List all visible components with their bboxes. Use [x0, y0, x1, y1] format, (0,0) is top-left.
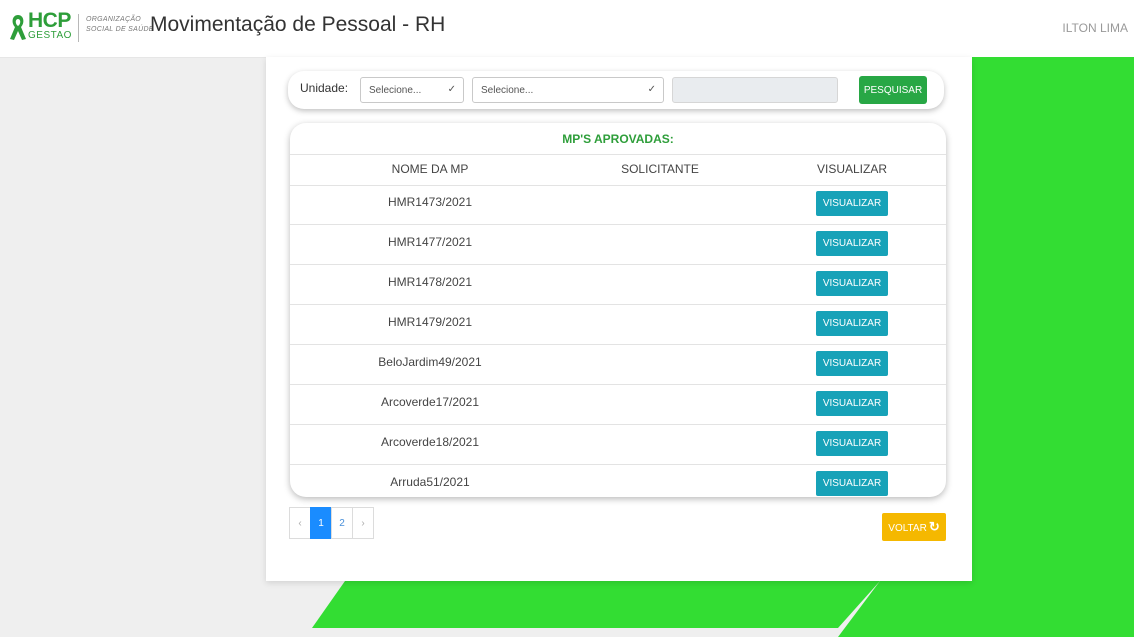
- view-button[interactable]: VISUALIZAR: [816, 311, 888, 336]
- column-header-requester: SOLICITANTE: [621, 162, 699, 176]
- main-card: Unidade: Selecione... ✓ Selecione... ✓ P…: [266, 57, 972, 581]
- chevron-down-icon: ✓: [647, 84, 656, 95]
- subunit-select-value: Selecione...: [481, 85, 534, 96]
- mp-name: Arruda51/2021: [390, 475, 470, 489]
- mp-name: HMR1473/2021: [387, 195, 473, 209]
- view-button[interactable]: VISUALIZAR: [816, 191, 888, 216]
- mp-name: HMR1478/2021: [387, 275, 473, 289]
- mp-name: BeloJardim49/2021: [378, 355, 482, 369]
- pagination-page-1[interactable]: 1: [310, 507, 332, 539]
- back-button-label: VOLTAR: [888, 523, 927, 534]
- approved-mp-table: MP'S APROVADAS: NOME DA MP SOLICITANTE V…: [290, 123, 946, 497]
- mp-name: HMR1477/2021: [387, 235, 473, 249]
- column-header-name: NOME DA MP: [391, 162, 469, 176]
- unit-select[interactable]: Selecione... ✓: [360, 77, 464, 103]
- table-row: Arcoverde18/2021 VISUALIZAR: [290, 425, 946, 465]
- pagination-next[interactable]: ›: [352, 507, 374, 539]
- view-button[interactable]: VISUALIZAR: [816, 471, 888, 496]
- view-button[interactable]: VISUALIZAR: [816, 391, 888, 416]
- view-button[interactable]: VISUALIZAR: [816, 351, 888, 376]
- table-row: HMR1479/2021 VISUALIZAR: [290, 305, 946, 345]
- back-button[interactable]: VOLTAR ↻: [882, 513, 946, 541]
- unit-select-value: Selecione...: [369, 85, 422, 96]
- table-row: HMR1473/2021 VISUALIZAR: [290, 185, 946, 225]
- view-button[interactable]: VISUALIZAR: [816, 431, 888, 456]
- mp-name: Arcoverde17/2021: [380, 395, 480, 409]
- table-row: HMR1478/2021 VISUALIZAR: [290, 265, 946, 305]
- view-button[interactable]: VISUALIZAR: [816, 271, 888, 296]
- filter-bar: Unidade: Selecione... ✓ Selecione... ✓ P…: [288, 71, 944, 109]
- table-title: MP'S APROVADAS:: [562, 132, 674, 146]
- chevron-down-icon: ✓: [447, 84, 456, 95]
- unit-label: Unidade:: [300, 81, 349, 95]
- table-body: HMR1473/2021 VISUALIZAR HMR1477/2021 VISUAL…: [290, 185, 946, 497]
- column-header-view: VISUALIZAR: [816, 162, 888, 176]
- pagination: ‹ 1 2 ›: [289, 507, 374, 539]
- pagination-page-2[interactable]: 2: [331, 507, 353, 539]
- subunit-select[interactable]: Selecione... ✓: [472, 77, 664, 103]
- table-row: BeloJardim49/2021 VISUALIZAR: [290, 345, 946, 385]
- mp-name: HMR1479/2021: [387, 315, 473, 329]
- search-button[interactable]: PESQUISAR: [859, 76, 927, 104]
- search-input[interactable]: [672, 77, 838, 103]
- pagination-prev[interactable]: ‹: [289, 507, 311, 539]
- table-row: Arcoverde17/2021 VISUALIZAR: [290, 385, 946, 425]
- undo-icon: ↻: [928, 519, 940, 534]
- view-button[interactable]: VISUALIZAR: [816, 231, 888, 256]
- mp-name: Arcoverde18/2021: [380, 435, 480, 449]
- table-row: Arruda51/2021 VISUALIZAR: [290, 465, 946, 497]
- table-row: HMR1477/2021 VISUALIZAR: [290, 225, 946, 265]
- table-header: NOME DA MP SOLICITANTE VISUALIZAR: [290, 154, 946, 186]
